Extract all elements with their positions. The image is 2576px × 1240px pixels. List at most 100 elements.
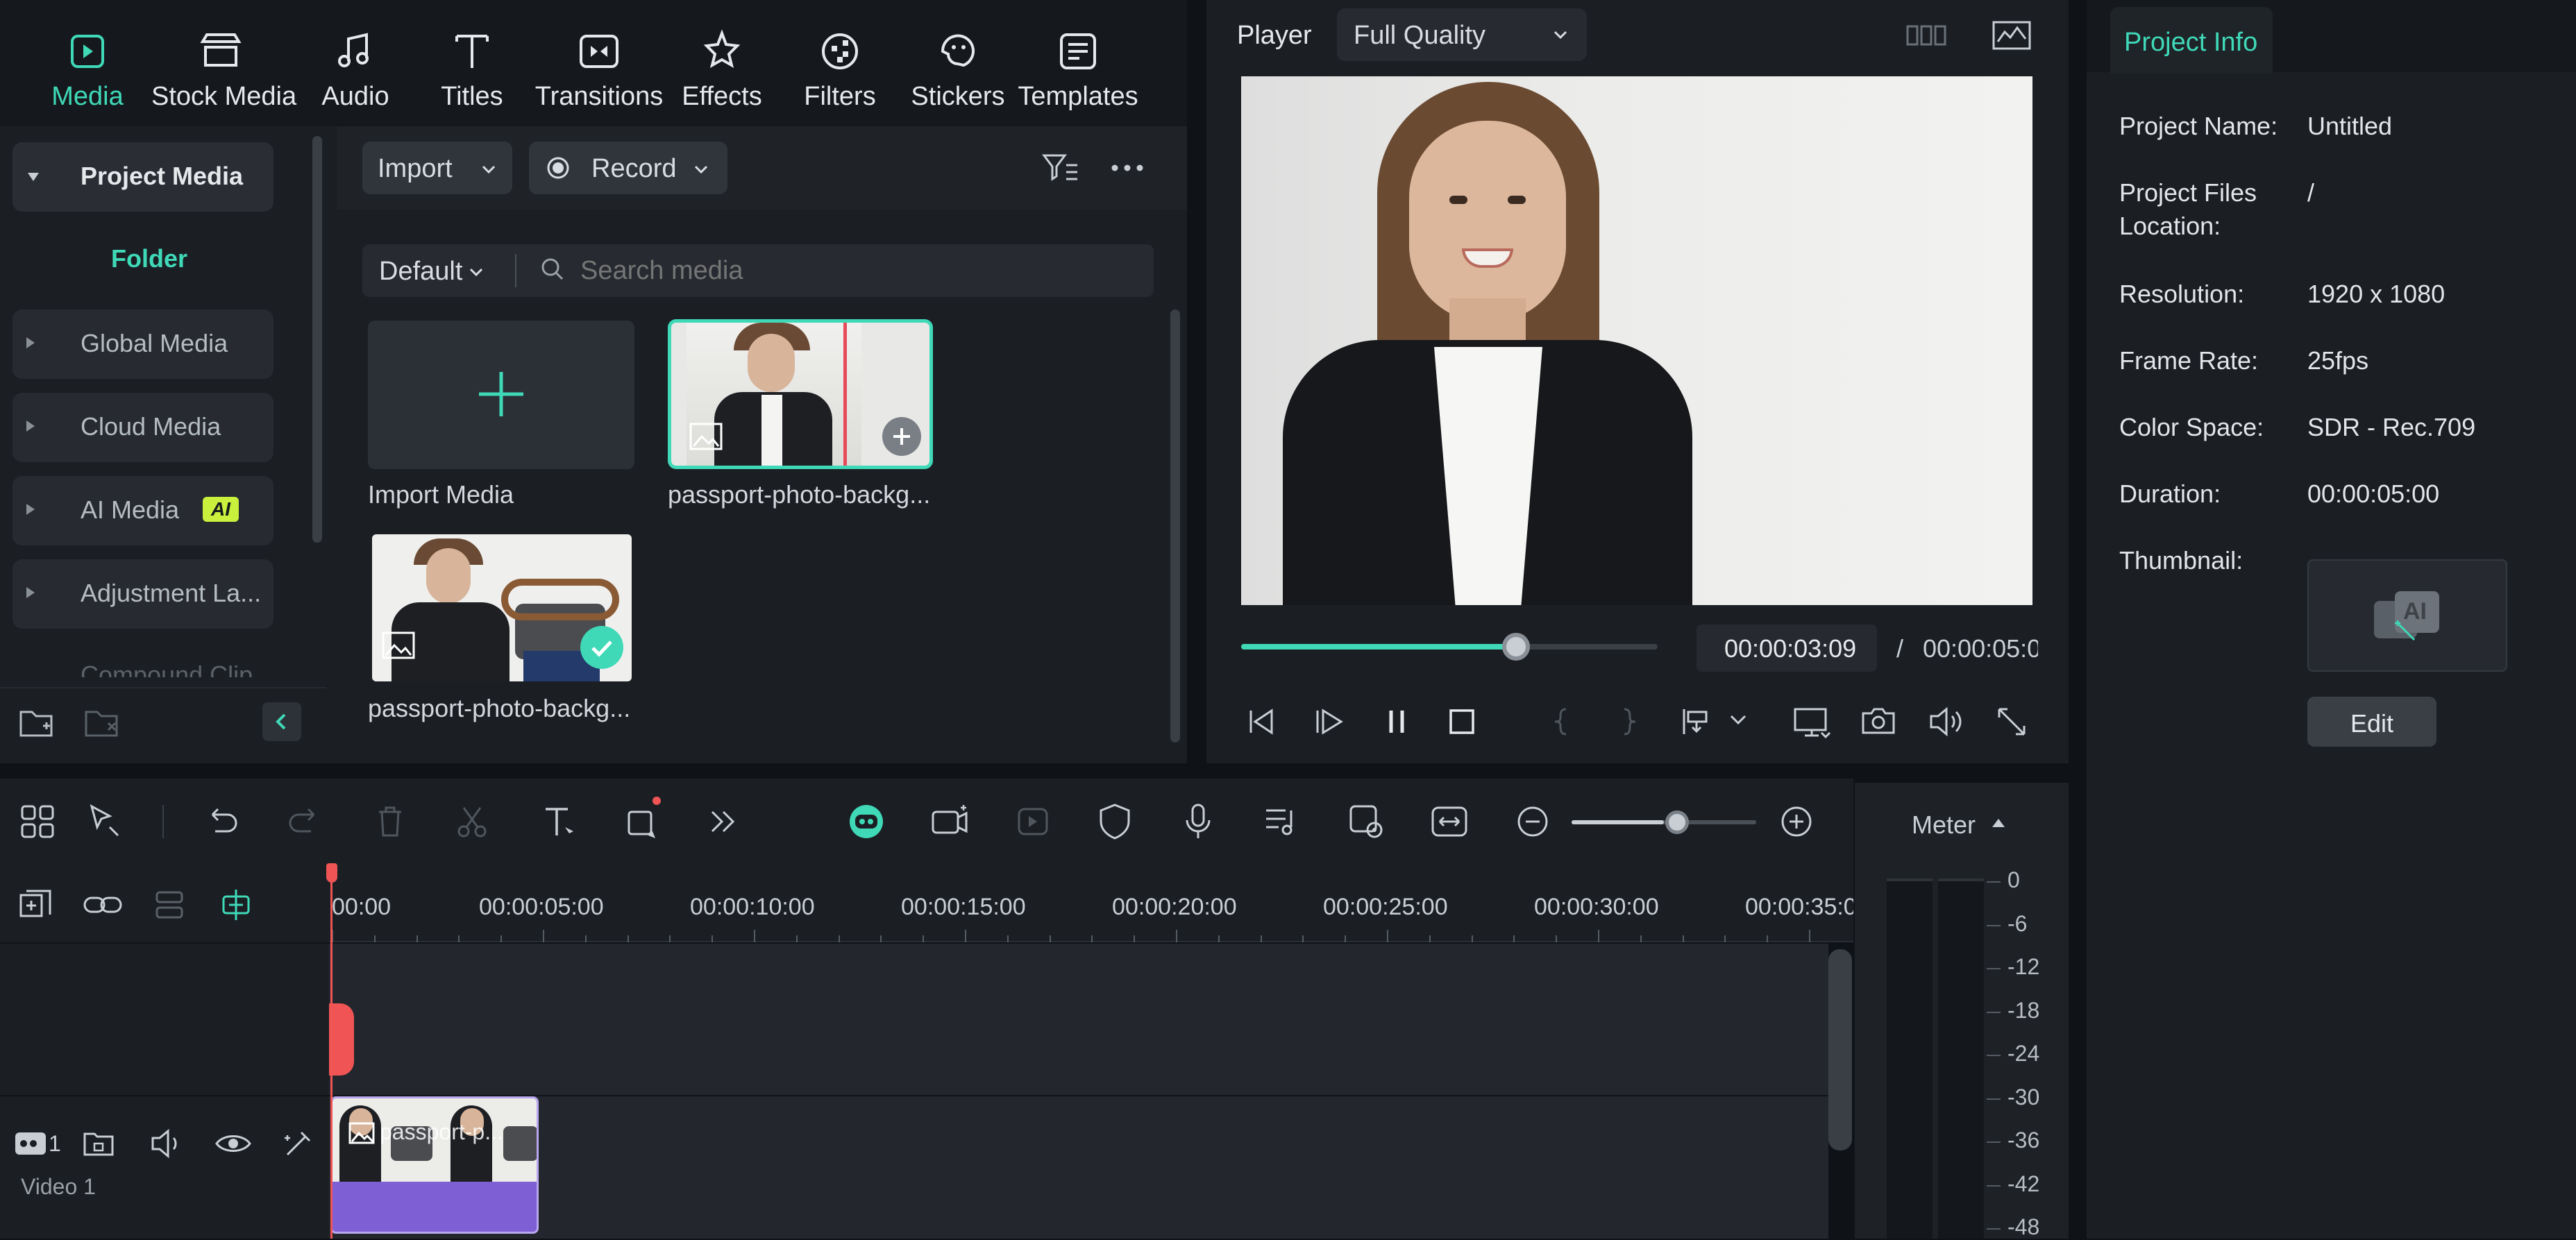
- previous-frame-icon[interactable]: [1240, 699, 1284, 744]
- undo-icon[interactable]: [199, 799, 243, 844]
- waveform-monitor-icon[interactable]: [1989, 14, 2034, 58]
- crop-icon[interactable]: [619, 799, 664, 844]
- volume-icon[interactable]: [1924, 699, 1969, 744]
- zoom-slider[interactable]: [1572, 810, 1756, 834]
- sidebar-item-global-media[interactable]: Global Media: [12, 309, 273, 379]
- meter-scale-label: -12: [2007, 954, 2040, 979]
- stop-icon[interactable]: [1440, 699, 1484, 744]
- edit-thumbnail-button[interactable]: Edit: [2307, 697, 2436, 747]
- sidebar-item-label: Compound Clip: [81, 661, 253, 677]
- add-track-icon[interactable]: [14, 883, 58, 927]
- split-icon[interactable]: [450, 799, 494, 844]
- import-media-tile[interactable]: [368, 321, 634, 469]
- sort-dropdown[interactable]: Default: [362, 244, 501, 297]
- snapshot-icon[interactable]: [1856, 699, 1901, 744]
- progress-handle[interactable]: [1502, 633, 1530, 661]
- effects-icon: [697, 26, 747, 76]
- track-number: 1: [49, 1131, 61, 1156]
- current-time-box[interactable]: 00:00:03:09: [1697, 625, 1877, 672]
- chevron-right-icon: [26, 337, 35, 348]
- video-clip[interactable]: passport-p...: [330, 1096, 539, 1234]
- project-thumbnail[interactable]: AI: [2307, 559, 2507, 672]
- tab-media[interactable]: Media: [18, 0, 157, 125]
- ruler-tick: [500, 935, 502, 942]
- sidebar-item-label: Cloud Media: [81, 412, 221, 441]
- play-icon[interactable]: [1308, 699, 1352, 744]
- more-options-icon[interactable]: [1105, 146, 1150, 190]
- track-header-empty: [0, 944, 329, 1095]
- playback-progress[interactable]: [1241, 633, 1658, 661]
- media-scrollbar[interactable]: [1170, 309, 1180, 742]
- quality-dropdown[interactable]: Full Quality: [1337, 8, 1587, 61]
- collapse-sidebar-button[interactable]: [262, 702, 301, 741]
- zoom-out-icon[interactable]: [1510, 799, 1555, 844]
- zoom-handle[interactable]: [1665, 810, 1689, 834]
- import-dropdown[interactable]: Import: [362, 142, 512, 194]
- fullscreen-icon[interactable]: [1989, 699, 2034, 744]
- search-input[interactable]: [580, 250, 1136, 291]
- record-dropdown[interactable]: Record: [529, 142, 727, 194]
- mark-out-icon[interactable]: [1606, 699, 1651, 744]
- display-settings-icon[interactable]: [1790, 699, 1834, 744]
- text-tool-icon[interactable]: [537, 799, 582, 844]
- layout-icon[interactable]: [15, 799, 60, 844]
- duration-label: Duration:: [2119, 479, 2221, 508]
- new-folder-icon[interactable]: [15, 701, 60, 745]
- render-preview-icon[interactable]: [1344, 799, 1388, 844]
- sidebar-item-label: Adjustment La...: [81, 579, 262, 607]
- sidebar-item-compound-clip[interactable]: Compound Clip: [12, 645, 273, 677]
- meter-title: Meter: [1912, 810, 1976, 839]
- stock-media-icon: [196, 26, 246, 76]
- magnetic-snap-icon[interactable]: [214, 883, 258, 927]
- sidebar-item-cloud-media[interactable]: Cloud Media: [12, 393, 273, 462]
- microphone-icon[interactable]: [1176, 799, 1220, 844]
- audio-mixer-icon[interactable]: [1259, 799, 1304, 844]
- empty-track-area[interactable]: [329, 944, 1828, 1095]
- unlink-clip-icon[interactable]: [147, 883, 192, 927]
- image-type-icon: [348, 1122, 375, 1144]
- filter-icon[interactable]: [1038, 146, 1083, 190]
- tab-project-info[interactable]: Project Info: [2110, 7, 2273, 74]
- redo-icon[interactable]: [283, 799, 328, 844]
- eye-icon[interactable]: [212, 1123, 254, 1164]
- timeline-scrollbar[interactable]: [1828, 949, 1852, 1150]
- chevron-down-icon[interactable]: [1724, 705, 1752, 733]
- more-tools-icon[interactable]: [700, 799, 744, 844]
- pause-icon[interactable]: [1374, 699, 1419, 744]
- ruler-tick: [543, 930, 544, 942]
- ai-copilot-icon[interactable]: [844, 799, 889, 844]
- layout-grid-icon[interactable]: [1905, 14, 1949, 58]
- delete-icon[interactable]: [368, 799, 412, 844]
- link-clip-icon[interactable]: [81, 883, 125, 927]
- sidebar-item-adjustment-layer[interactable]: Adjustment La...: [12, 559, 273, 629]
- video-preview[interactable]: [1241, 76, 2032, 605]
- video-track-area[interactable]: [329, 1096, 1828, 1239]
- mask-icon[interactable]: [1093, 799, 1137, 844]
- edit-label: Edit: [2350, 709, 2394, 738]
- fit-timeline-icon[interactable]: [1427, 799, 1472, 844]
- ruler-tick: [1007, 935, 1009, 942]
- ai-effect-icon[interactable]: [1011, 799, 1055, 844]
- playhead-marker[interactable]: [329, 1003, 354, 1076]
- track-audio-icon[interactable]: [146, 1123, 187, 1164]
- delete-folder-icon[interactable]: [81, 701, 125, 745]
- ruler-tick: [1387, 930, 1388, 942]
- tab-stock-media[interactable]: Stock Media: [151, 0, 296, 125]
- media-thumbnail-selected[interactable]: [668, 319, 933, 469]
- tab-templates[interactable]: Templates: [1005, 0, 1151, 125]
- ruler-tick: [965, 930, 966, 942]
- folder-lock-icon[interactable]: [78, 1123, 119, 1164]
- meter-header[interactable]: Meter: [1855, 804, 2069, 845]
- playhead-handle[interactable]: [326, 863, 337, 883]
- sidebar-item-project-media[interactable]: Project Media: [12, 142, 273, 212]
- zoom-in-icon[interactable]: [1774, 799, 1819, 844]
- sidebar-item-ai-media[interactable]: AI Media AI: [12, 476, 273, 545]
- sidebar-scrollbar[interactable]: [312, 136, 322, 543]
- select-tool-icon[interactable]: [82, 799, 126, 844]
- auto-reframe-icon[interactable]: [927, 799, 972, 844]
- add-to-timeline-button[interactable]: [882, 417, 921, 456]
- auto-ai-icon[interactable]: [278, 1123, 319, 1164]
- sidebar-folder[interactable]: Folder: [111, 244, 187, 273]
- insert-clip-icon[interactable]: [1674, 699, 1719, 744]
- mark-in-icon[interactable]: [1540, 699, 1584, 744]
